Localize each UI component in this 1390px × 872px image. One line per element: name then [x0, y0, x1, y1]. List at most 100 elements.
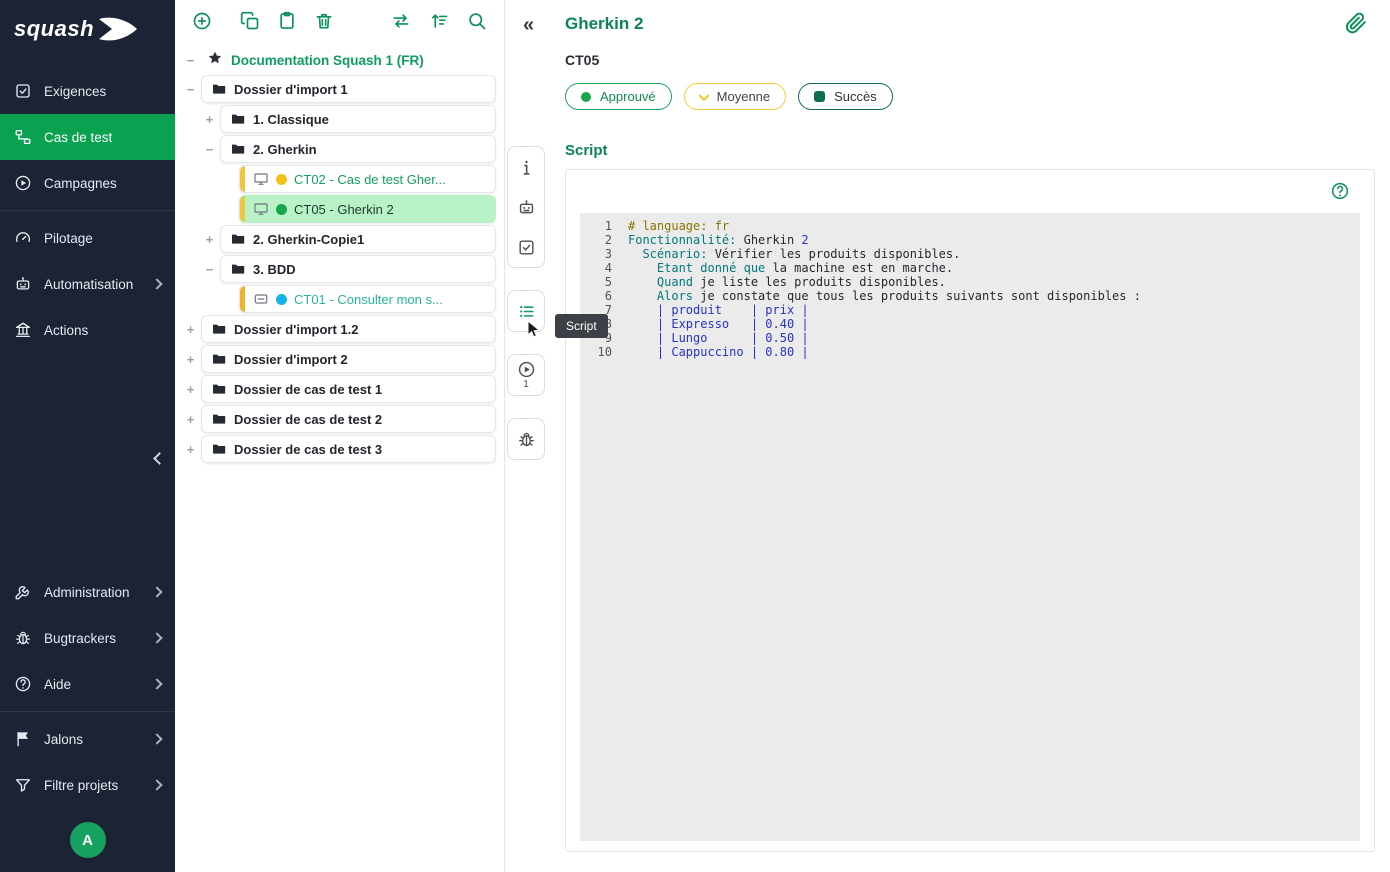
tree-row: CT05 - Gherkin 2 — [183, 194, 496, 224]
chevron-right-icon — [151, 586, 162, 597]
tree-node-testcase[interactable]: CT02 - Cas de test Gher... — [239, 165, 496, 193]
tree-node-folder[interactable]: Dossier de cas de test 2 — [201, 405, 496, 433]
delete-button[interactable] — [312, 9, 336, 33]
logo-text: squash — [14, 16, 94, 42]
line-number: 2 — [580, 233, 612, 247]
sidebar-item-aide[interactable]: Aide — [0, 661, 175, 707]
minus-toggle-icon[interactable]: − — [202, 142, 217, 157]
folder-icon — [230, 231, 246, 247]
avatar[interactable]: A — [70, 822, 106, 858]
tree-node-label: 2. Gherkin — [253, 142, 317, 157]
tree-node-label: Dossier de cas de test 1 — [234, 382, 382, 397]
sidebar-item-actions[interactable]: Actions — [0, 307, 175, 353]
sidebar-item-jalons[interactable]: Jalons — [0, 716, 175, 762]
sidebar-item-label: Campagnes — [44, 176, 117, 191]
badge-execution[interactable]: Succès — [798, 83, 893, 110]
entity-icon-strip: 1 — [507, 146, 545, 460]
badge-importance[interactable]: Moyenne — [684, 83, 786, 110]
squash-logo[interactable]: squash — [0, 0, 175, 58]
collapse-panel-button[interactable]: « — [517, 12, 540, 39]
verification-tab-button[interactable] — [508, 227, 544, 267]
tree-node-label: 3. BDD — [253, 262, 296, 277]
search-button[interactable] — [465, 9, 489, 33]
minus-toggle-icon[interactable]: − — [202, 262, 217, 277]
attachments-button[interactable] — [1338, 10, 1374, 36]
tree-row: CT01 - Consulter mon s... — [183, 284, 496, 314]
tree-tools-group — [389, 9, 489, 33]
sidebar-collapse-button[interactable] — [149, 448, 169, 468]
create-button[interactable] — [190, 9, 214, 33]
tree-node-folder[interactable]: Dossier d'import 2 — [201, 345, 496, 373]
sidebar-item-label: Cas de test — [44, 130, 112, 145]
code-line: 9 | Lungo | 0.50 | — [580, 331, 1360, 345]
plus-toggle-icon[interactable]: + — [202, 232, 217, 247]
info-icon — [517, 158, 536, 177]
sidebar-item-campagnes[interactable]: Campagnes — [0, 160, 175, 206]
sidebar-item-pilotage[interactable]: Pilotage — [0, 215, 175, 261]
automation-tab-button[interactable] — [508, 187, 544, 227]
script-tab-button[interactable] — [508, 291, 544, 331]
script-list-icon — [517, 302, 536, 321]
plus-toggle-icon[interactable]: + — [183, 442, 198, 457]
tree-node-folder[interactable]: 1. Classique — [220, 105, 496, 133]
code-text: Etant donné que la machine est en marche… — [628, 261, 953, 275]
filter-icon — [14, 776, 32, 794]
tree-node-folder[interactable]: 3. BDD — [220, 255, 496, 283]
tree-row: − 3. BDD — [183, 254, 496, 284]
code-text: | produit | prix | — [628, 303, 809, 317]
plus-toggle-icon[interactable]: + — [183, 322, 198, 337]
folder-icon — [230, 141, 246, 157]
sidebar-item-filtre-projets[interactable]: Filtre projets — [0, 762, 175, 808]
tree-node-folder[interactable]: 2. Gherkin — [220, 135, 496, 163]
tree-node-folder[interactable]: 2. Gherkin-Copie1 — [220, 225, 496, 253]
plus-toggle-icon[interactable]: + — [202, 112, 217, 127]
tree-row: +2. Gherkin-Copie1 — [183, 224, 496, 254]
main-panel: 1 Script « Gherkin 2 CT05 ApprouvéMoyenn… — [505, 0, 1390, 872]
sidebar-item-exigences[interactable]: Exigences — [0, 68, 175, 114]
copy-button[interactable] — [238, 9, 262, 33]
tree-node-folder[interactable]: Dossier d'import 1 — [201, 75, 496, 103]
sidebar-item-administration[interactable]: Administration — [0, 569, 175, 615]
bug-icon — [517, 430, 536, 449]
badge-status[interactable]: Approuvé — [565, 83, 672, 110]
gherkin-script-editor[interactable]: 1# language: fr2Fonctionnalité: Gherkin … — [580, 213, 1360, 841]
strip-group-script — [507, 290, 545, 332]
code-text: Alors je constate que tous les produits … — [628, 289, 1141, 303]
swap-arrows-button[interactable] — [389, 9, 413, 33]
tree-node-label: CT02 - Cas de test Gher... — [294, 172, 446, 187]
issues-tab-button[interactable] — [508, 419, 544, 459]
sidebar-item-bugtrackers[interactable]: Bugtrackers — [0, 615, 175, 661]
tree-node-folder[interactable]: Dossier d'import 1.2 — [201, 315, 496, 343]
sidebar-item-cas-de-test[interactable]: Cas de test — [0, 114, 175, 160]
tree-node-folder[interactable]: Dossier de cas de test 3 — [201, 435, 496, 463]
executions-tab-button[interactable]: 1 — [508, 355, 544, 395]
information-tab-button[interactable] — [508, 147, 544, 187]
sidebar-item-label: Jalons — [44, 732, 83, 747]
plus-toggle-icon[interactable]: + — [183, 412, 198, 427]
tree-node-folder[interactable]: Dossier de cas de test 1 — [201, 375, 496, 403]
divider — [0, 210, 175, 211]
tree-node-testcase[interactable]: CT05 - Gherkin 2 — [239, 195, 496, 223]
help-button[interactable] — [1330, 180, 1352, 202]
code-text: | Expresso | 0.40 | — [628, 317, 809, 331]
plus-toggle-icon[interactable]: + — [183, 352, 198, 367]
minus-toggle-icon[interactable]: − — [183, 53, 198, 68]
tree-node-label: Dossier de cas de test 3 — [234, 442, 382, 457]
tree-node-testcase[interactable]: CT01 - Consulter mon s... — [239, 285, 496, 313]
importance-edge — [240, 286, 245, 312]
chevron-right-icon — [151, 733, 162, 744]
sidebar-item-automatisation[interactable]: Automatisation — [0, 261, 175, 307]
code-line: 4 Etant donné que la machine est en marc… — [580, 261, 1360, 275]
robot-icon — [14, 275, 32, 293]
project-label: Documentation Squash 1 (FR) — [231, 53, 424, 68]
paste-button[interactable] — [275, 9, 299, 33]
tree-row: CT02 - Cas de test Gher... — [183, 164, 496, 194]
tree-root-project[interactable]: − Documentation Squash 1 (FR) — [183, 46, 496, 74]
sort-button[interactable] — [427, 9, 451, 33]
minus-toggle-icon[interactable]: − — [183, 82, 198, 97]
test-case-icon — [14, 128, 32, 146]
page-title: Gherkin 2 — [565, 14, 1375, 34]
script-editor-card: 1# language: fr2Fonctionnalité: Gherkin … — [565, 169, 1375, 852]
folder-icon — [211, 81, 227, 97]
plus-toggle-icon[interactable]: + — [183, 382, 198, 397]
